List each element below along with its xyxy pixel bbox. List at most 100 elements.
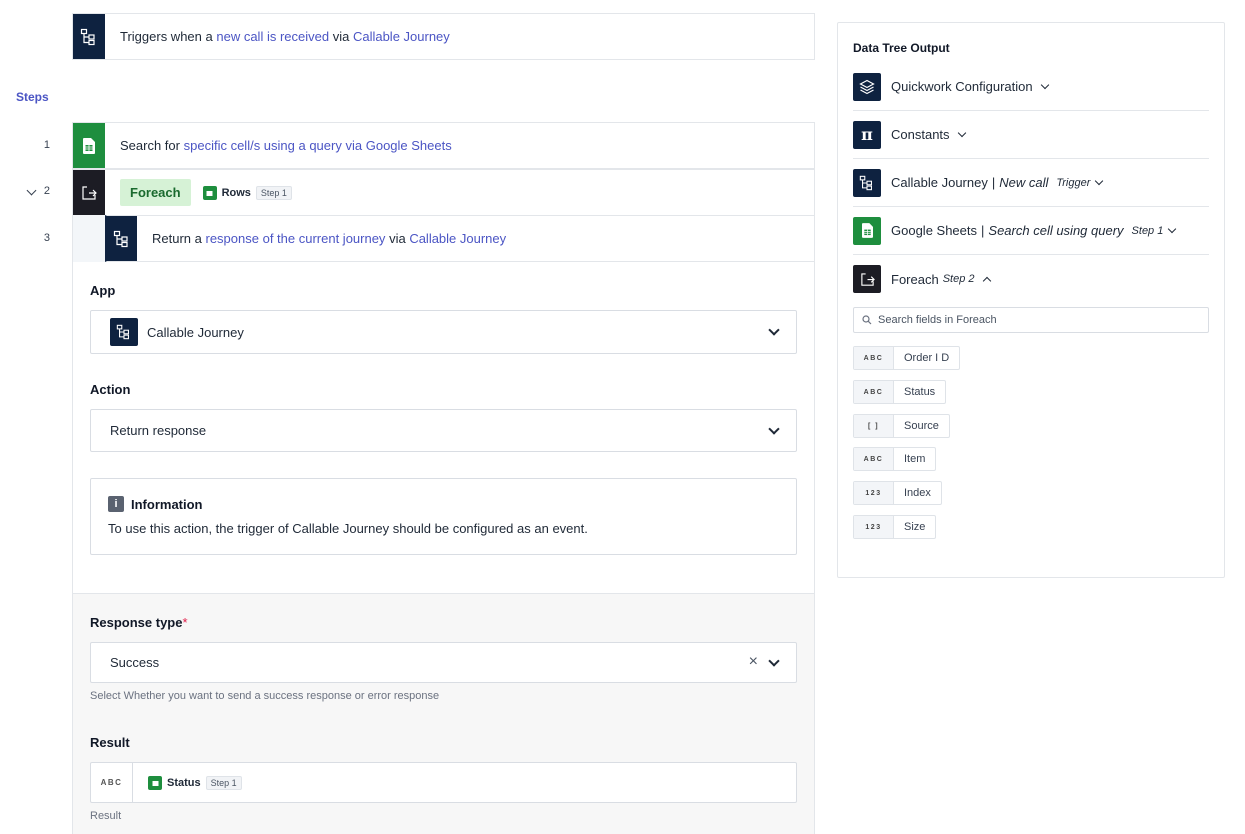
callable-journey-sub: New call bbox=[999, 175, 1049, 190]
action-select-value: Return response bbox=[110, 423, 207, 438]
field-type-tag: ABC bbox=[854, 347, 894, 369]
response-type-label: Response type* bbox=[90, 615, 188, 630]
step-1-description: Search for specific cell/s using a query… bbox=[105, 138, 452, 153]
field-name: Item bbox=[904, 453, 926, 465]
quickwork-configuration-label: Quickwork Configuration bbox=[891, 79, 1033, 94]
step-3-action-link[interactable]: response of the current journey bbox=[206, 231, 386, 246]
app-label: App bbox=[90, 283, 116, 298]
step-config-panel: App Callable Journey Action Return respo… bbox=[72, 262, 815, 834]
chevron-up-icon[interactable] bbox=[982, 276, 991, 285]
constants-label: Constants bbox=[891, 127, 950, 142]
field-name: Index bbox=[904, 487, 931, 499]
field-name: Size bbox=[904, 521, 926, 533]
field-type-tag: ABC bbox=[854, 381, 894, 403]
data-tree-item-google-sheets[interactable]: Google Sheets | Search cell using query … bbox=[853, 207, 1209, 255]
result-input[interactable]: ABC Status Step 1 bbox=[90, 762, 797, 803]
steps-title: Steps bbox=[16, 90, 49, 104]
result-label: Result bbox=[90, 735, 130, 750]
data-tree-item-constants[interactable]: π Constants bbox=[853, 111, 1209, 159]
chevron-down-icon[interactable] bbox=[1168, 224, 1177, 233]
field-item[interactable]: ABC Item bbox=[853, 447, 937, 471]
information-box: i Information To use this action, the tr… bbox=[90, 478, 797, 555]
action-label: Action bbox=[90, 382, 131, 397]
data-tree-item-foreach[interactable]: Foreach Step 2 bbox=[853, 255, 1209, 303]
step-1-action-link[interactable]: specific cell/s using a query bbox=[184, 138, 342, 153]
pi-icon: π bbox=[853, 120, 881, 149]
data-tree-panel: Data Tree Output Quickwork Configuration… bbox=[837, 22, 1225, 578]
step-number-2: 2 bbox=[43, 185, 50, 197]
field-type-tag: [ ] bbox=[854, 415, 894, 437]
trigger-event-link[interactable]: new call is received bbox=[216, 29, 329, 44]
info-text: To use this action, the trigger of Calla… bbox=[108, 521, 588, 536]
google-sheets-label: Google Sheets bbox=[891, 223, 978, 238]
trigger-row[interactable]: Triggers when a new call is received via… bbox=[72, 13, 815, 60]
google-sheets-icon bbox=[202, 185, 217, 200]
response-type-hint: Select Whether you want to send a succes… bbox=[90, 690, 440, 702]
field-order-id[interactable]: ABC Order I D bbox=[853, 346, 961, 370]
callable-journey-label: Callable Journey bbox=[891, 175, 988, 190]
rows-chip[interactable]: Rows Step 1 bbox=[202, 185, 292, 200]
chevron-down-icon[interactable] bbox=[768, 423, 780, 435]
step-3-prefix: Return a bbox=[152, 231, 202, 246]
field-type-tag: ABC bbox=[854, 448, 894, 470]
status-chip-tag: Step 1 bbox=[205, 775, 242, 790]
data-tree-item-label: Constants bbox=[891, 127, 966, 142]
step-1-prefix: Search for bbox=[120, 138, 180, 153]
trigger-prefix: Triggers when a bbox=[120, 29, 213, 44]
action-select[interactable]: Return response bbox=[90, 409, 797, 452]
trigger-tag: Trigger bbox=[1056, 176, 1091, 189]
trigger-description: Triggers when a new call is received via… bbox=[105, 29, 450, 44]
foreach-search-field[interactable]: Search fields in Foreach bbox=[853, 307, 1209, 333]
step-1-via: via bbox=[345, 138, 363, 153]
layers-icon bbox=[853, 72, 881, 101]
callable-journey-icon bbox=[110, 318, 138, 346]
step-row-2[interactable]: Foreach Rows Step 1 bbox=[72, 169, 815, 216]
chevron-down-icon[interactable] bbox=[768, 655, 780, 667]
foreach-badge: Foreach bbox=[120, 179, 191, 206]
foreach-icon bbox=[853, 265, 881, 293]
field-source[interactable]: [ ] Source bbox=[853, 414, 950, 438]
app-select[interactable]: Callable Journey bbox=[90, 310, 797, 354]
field-status[interactable]: ABC Status bbox=[853, 380, 947, 404]
step-row-3[interactable]: Return a response of the current journey… bbox=[105, 215, 815, 262]
step-1-app-link[interactable]: Google Sheets bbox=[366, 138, 452, 153]
step-number-1: 1 bbox=[43, 139, 50, 151]
required-mark: * bbox=[182, 615, 188, 630]
separator: | bbox=[981, 223, 985, 238]
search-icon bbox=[862, 315, 872, 325]
chevron-down-icon[interactable] bbox=[768, 324, 780, 336]
chevron-down-icon[interactable] bbox=[1095, 176, 1104, 185]
data-tree-title: Data Tree Output bbox=[853, 41, 950, 55]
google-sheets-sub: Search cell using query bbox=[988, 223, 1124, 238]
input-fields-section: Response type* Success × Select Whether … bbox=[73, 593, 814, 834]
info-icon: i bbox=[108, 496, 124, 512]
step-3-description: Return a response of the current journey… bbox=[137, 231, 506, 246]
foreach-label: Foreach bbox=[891, 271, 939, 287]
callable-journey-icon bbox=[853, 168, 881, 197]
trigger-via: via bbox=[332, 29, 350, 44]
trigger-app-link[interactable]: Callable Journey bbox=[353, 29, 450, 44]
foreach-icon bbox=[73, 170, 105, 215]
field-name: Source bbox=[904, 420, 939, 432]
step-3-app-link[interactable]: Callable Journey bbox=[409, 231, 506, 246]
callable-journey-icon bbox=[107, 216, 137, 261]
status-chip[interactable]: Status Step 1 bbox=[148, 775, 242, 790]
chevron-down-icon[interactable] bbox=[957, 128, 966, 137]
step-3-indent bbox=[72, 215, 105, 262]
chevron-down-icon[interactable] bbox=[1040, 80, 1049, 89]
data-tree-item-quickwork-configuration[interactable]: Quickwork Configuration bbox=[853, 63, 1209, 111]
field-index[interactable]: 123 Index bbox=[853, 481, 942, 505]
search-placeholder: Search fields in Foreach bbox=[878, 314, 997, 326]
data-tree-item-label: Quickwork Configuration bbox=[891, 79, 1049, 94]
step-2-tag: Step 2 bbox=[942, 273, 975, 285]
step-row-1[interactable]: Search for specific cell/s using a query… bbox=[72, 122, 815, 169]
google-sheets-icon bbox=[853, 216, 881, 245]
status-chip-label: Status bbox=[167, 776, 201, 789]
clear-icon[interactable]: × bbox=[749, 654, 758, 670]
data-tree-item-callable-journey[interactable]: Callable Journey | New call Trigger bbox=[853, 159, 1209, 207]
rows-chip-tag: Step 1 bbox=[255, 185, 292, 200]
result-hint: Result bbox=[90, 810, 122, 822]
response-type-select[interactable]: Success × bbox=[90, 642, 797, 683]
field-name: Order I D bbox=[904, 352, 950, 364]
field-size[interactable]: 123 Size bbox=[853, 515, 937, 539]
